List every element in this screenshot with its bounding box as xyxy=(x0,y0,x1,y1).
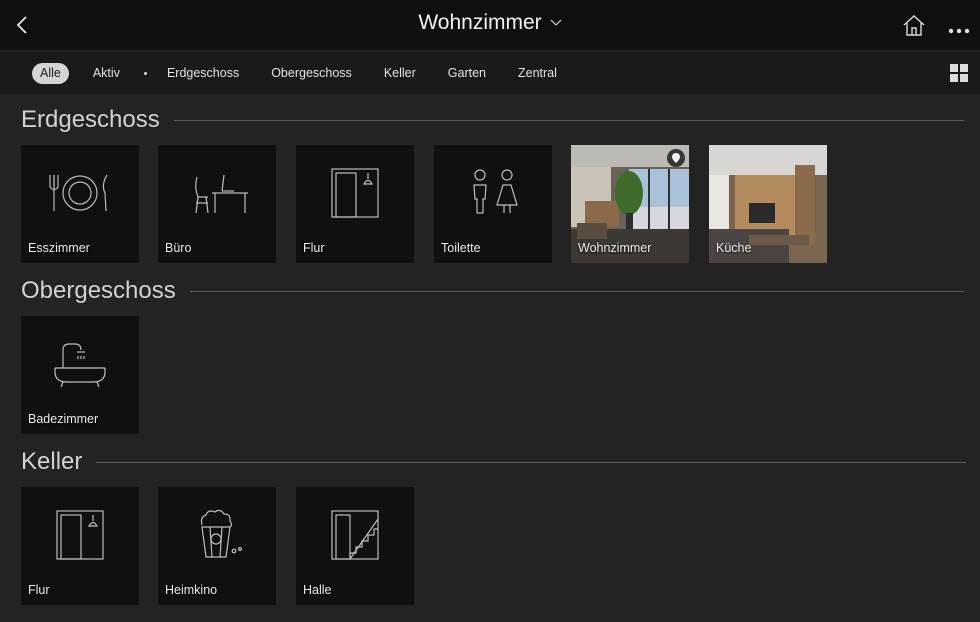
section-header-erdgeschoss: Erdgeschoss xyxy=(21,106,964,134)
office-desk-icon xyxy=(195,174,248,214)
hallway-door-icon xyxy=(331,168,379,218)
section-header-obergeschoss: Obergeschoss xyxy=(21,277,964,305)
filter-chip-keller[interactable]: Keller xyxy=(376,63,424,84)
dining-icon xyxy=(49,174,108,212)
room-label: Esszimmer xyxy=(28,241,90,255)
room-label: Büro xyxy=(165,241,192,255)
filter-chip-garten[interactable]: Garten xyxy=(440,63,494,84)
room-tile-buero[interactable]: Büro xyxy=(158,145,276,263)
filter-chip-zentral[interactable]: Zentral xyxy=(510,63,565,84)
room-label: Heimkino xyxy=(165,583,218,597)
room-tile-kueche[interactable]: Küche xyxy=(709,145,827,263)
room-selector[interactable]: Wohnzimmer xyxy=(418,11,562,35)
location-pin-badge xyxy=(667,149,685,167)
room-tile-toilette[interactable]: Toilette xyxy=(434,145,552,263)
room-tile-flur[interactable]: Flur xyxy=(296,145,414,263)
section-divider xyxy=(189,290,964,292)
room-tile-esszimmer[interactable]: Esszimmer xyxy=(21,145,139,263)
section-divider xyxy=(173,119,964,121)
room-tile-wohnzimmer[interactable]: Wohnzimmer xyxy=(571,145,689,263)
room-label: Flur xyxy=(28,583,50,597)
location-pin-icon xyxy=(672,153,680,163)
home-button[interactable] xyxy=(902,14,926,36)
section-title: Erdgeschoss xyxy=(21,106,160,133)
grid-view-button[interactable] xyxy=(950,64,968,82)
filter-separator-dot xyxy=(143,72,147,75)
room-tile-halle[interactable]: Halle xyxy=(296,487,414,605)
stairs-icon xyxy=(331,510,379,560)
more-button[interactable] xyxy=(948,22,972,34)
section-header-keller: Keller xyxy=(21,448,967,476)
more-dots-icon xyxy=(948,28,970,34)
home-icon xyxy=(903,15,925,36)
top-bar: Wohnzimmer xyxy=(0,0,980,50)
room-tile-heimkino[interactable]: Heimkino xyxy=(158,487,276,605)
room-label: Toilette xyxy=(441,241,481,255)
hallway-door-icon xyxy=(56,510,104,560)
filter-chip-aktiv[interactable]: Aktiv xyxy=(85,63,128,84)
toilet-icon xyxy=(473,169,518,214)
room-label: Flur xyxy=(303,241,325,255)
grid-view-icon xyxy=(950,64,968,82)
room-label: Halle xyxy=(303,583,332,597)
filter-bar: Alle Aktiv Erdgeschoss Obergeschoss Kell… xyxy=(0,52,980,94)
section-title: Keller xyxy=(21,448,83,475)
filter-chip-erdgeschoss[interactable]: Erdgeschoss xyxy=(159,63,247,84)
room-label: Küche xyxy=(716,241,752,255)
filter-chip-obergeschoss[interactable]: Obergeschoss xyxy=(263,63,360,84)
section-divider xyxy=(96,461,967,463)
section-title: Obergeschoss xyxy=(21,277,176,304)
room-label: Wohnzimmer xyxy=(578,241,652,255)
room-tile-flur[interactable]: Flur xyxy=(21,487,139,605)
room-tile-badezimmer[interactable]: Badezimmer xyxy=(21,316,139,434)
filter-chip-alle[interactable]: Alle xyxy=(32,63,69,84)
bathtub-icon xyxy=(54,343,106,388)
dropdown-chevron-icon xyxy=(550,19,562,26)
room-label: Badezimmer xyxy=(28,412,99,426)
filter-chips: Alle Aktiv Erdgeschoss Obergeschoss Kell… xyxy=(32,63,575,84)
page-title: Wohnzimmer xyxy=(418,11,542,34)
popcorn-icon xyxy=(200,509,242,558)
